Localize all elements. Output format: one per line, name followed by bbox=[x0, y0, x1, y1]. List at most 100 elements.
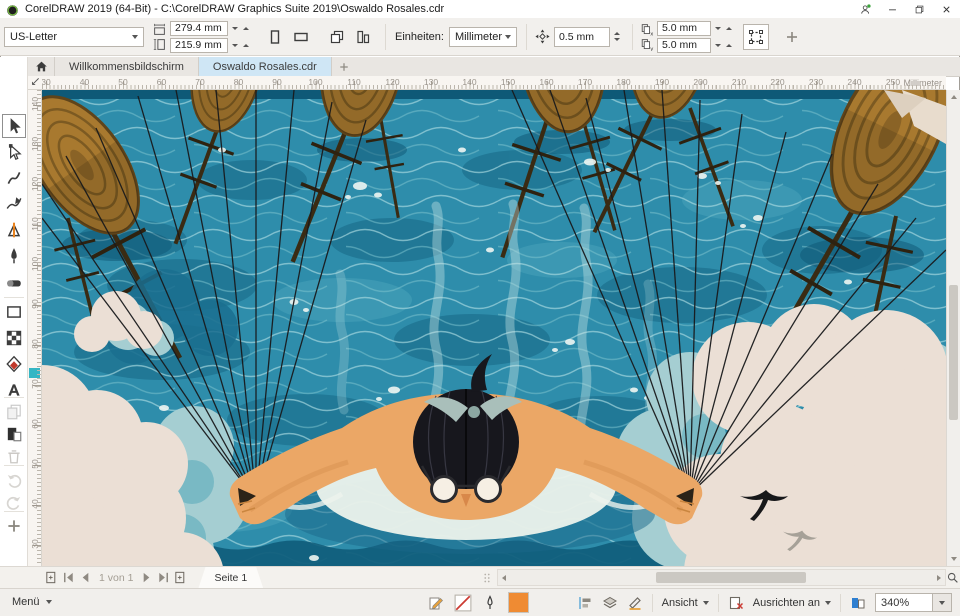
snap-to-dropdown[interactable]: Ausrichten an bbox=[753, 597, 831, 609]
fre3ehand-tool-placeholder[interactable] bbox=[5, 169, 23, 187]
artistic-media-tool[interactable] bbox=[5, 195, 23, 213]
nudge-field[interactable]: 0.5 mm bbox=[554, 27, 610, 47]
ruler-origin-button[interactable] bbox=[28, 76, 42, 90]
page-size-select[interactable]: US-Letter bbox=[4, 27, 144, 47]
vertical-scrollbar[interactable] bbox=[946, 90, 960, 566]
horizontal-scrollbar-thumb[interactable] bbox=[656, 572, 806, 583]
scroll-left-icon[interactable] bbox=[502, 575, 506, 581]
portrait-button[interactable] bbox=[263, 25, 287, 49]
scrollbar-splitter-grip[interactable] bbox=[480, 570, 494, 586]
zoom-level-field[interactable]: 340% bbox=[875, 593, 933, 612]
zoom-pages-icon[interactable] bbox=[850, 595, 866, 611]
toolbox-separator bbox=[4, 465, 24, 466]
ruler-label: 130 bbox=[30, 132, 40, 156]
all-pages-button[interactable] bbox=[325, 25, 349, 49]
ruler-label: 110 bbox=[30, 212, 40, 236]
window-title: CorelDRAW 2019 (64-Bit) - C:\CorelDRAW G… bbox=[25, 3, 852, 15]
page-count: 1 von 1 bbox=[95, 572, 137, 584]
copy-tool[interactable] bbox=[5, 403, 23, 421]
redo-tool[interactable] bbox=[5, 493, 23, 511]
page-height-icon bbox=[153, 38, 166, 51]
previous-page-button[interactable] bbox=[78, 570, 93, 585]
tab-welcome-screen[interactable]: Willkommensbildschirm bbox=[55, 57, 199, 76]
ruler-label: 40 bbox=[74, 77, 96, 87]
outline-pen-icon[interactable] bbox=[482, 595, 498, 611]
duplicate-x-spinner[interactable] bbox=[711, 27, 736, 30]
status-bar: Menü Ansicht Ausrichten an bbox=[0, 588, 960, 616]
page-height-field[interactable]: 215.9 mm bbox=[170, 38, 228, 53]
ruler-label: 80 bbox=[30, 332, 40, 356]
last-page-button[interactable] bbox=[156, 570, 171, 585]
delete-tool[interactable] bbox=[5, 447, 23, 465]
pattern-tool[interactable] bbox=[5, 329, 23, 347]
outline-color-swatch[interactable] bbox=[454, 594, 472, 612]
status-menu-button[interactable]: Menü bbox=[12, 596, 52, 608]
document-navigator-button[interactable] bbox=[946, 570, 959, 585]
add-page-before-button[interactable] bbox=[44, 570, 59, 585]
ruler-label: 70 bbox=[30, 372, 40, 396]
ruler-label: 210 bbox=[728, 77, 750, 87]
minimize-button[interactable] bbox=[879, 1, 906, 18]
guidelines-icon[interactable] bbox=[577, 595, 593, 611]
close-button[interactable] bbox=[933, 1, 960, 18]
scroll-right-icon[interactable] bbox=[937, 575, 941, 581]
page-tab[interactable]: Seite 1 bbox=[198, 567, 263, 588]
height-spinner[interactable] bbox=[228, 44, 253, 47]
document-artwork[interactable] bbox=[42, 90, 946, 566]
horizontal-ruler[interactable]: Millimeter 30405060708090100110120130140… bbox=[42, 76, 946, 90]
landscape-button[interactable] bbox=[289, 25, 313, 49]
toolbox-separator bbox=[4, 297, 24, 298]
paste-tool[interactable] bbox=[5, 425, 23, 443]
fill-color-swatch[interactable] bbox=[508, 592, 529, 613]
ruler-label: 120 bbox=[382, 77, 404, 87]
scroll-down-icon[interactable] bbox=[951, 557, 957, 561]
current-page-button[interactable] bbox=[351, 25, 375, 49]
eraser-tool[interactable] bbox=[5, 273, 23, 291]
vertical-scrollbar-thumb[interactable] bbox=[949, 285, 958, 420]
caret-down-icon bbox=[825, 601, 831, 605]
ruler-label: 100 bbox=[30, 252, 40, 276]
coreldraw-logo-icon bbox=[6, 4, 19, 17]
title-bar: CorelDRAW 2019 (64-Bit) - C:\CorelDRAW G… bbox=[0, 0, 960, 18]
caret-down-icon bbox=[703, 601, 709, 605]
units-select[interactable]: Millimeter bbox=[449, 27, 517, 47]
view-dropdown[interactable]: Ansicht bbox=[662, 597, 709, 609]
units-label: Einheiten: bbox=[395, 31, 444, 43]
horizontal-scrollbar[interactable] bbox=[497, 569, 946, 586]
new-tab-button[interactable] bbox=[332, 57, 356, 76]
add-control-button[interactable] bbox=[780, 25, 804, 49]
add-page-after-button[interactable] bbox=[173, 570, 188, 585]
duplicate-y-field[interactable]: 5.0 mm bbox=[657, 38, 711, 53]
rectangle-tool[interactable] bbox=[5, 303, 23, 321]
page-navigation-bar: 1 von 1 Seite 1 bbox=[0, 566, 960, 588]
tab-document[interactable]: Oswaldo Rosales.cdr bbox=[199, 57, 332, 76]
drawing-canvas[interactable] bbox=[42, 90, 946, 566]
undo-tool[interactable] bbox=[5, 471, 23, 489]
treat-as-filled-button[interactable] bbox=[744, 25, 768, 49]
duplicate-y-spinner[interactable] bbox=[711, 44, 736, 47]
impact-tool[interactable] bbox=[5, 221, 23, 239]
home-tab-button[interactable] bbox=[28, 57, 55, 76]
next-page-button[interactable] bbox=[139, 570, 154, 585]
add-tools-button[interactable] bbox=[5, 517, 23, 535]
first-page-button[interactable] bbox=[61, 570, 76, 585]
vertical-ruler[interactable]: 14013012011010090807060504030 bbox=[28, 90, 42, 566]
width-spinner[interactable] bbox=[228, 27, 253, 30]
ruler-label: 50 bbox=[112, 77, 134, 87]
ruler-label: 70 bbox=[189, 77, 211, 87]
pen-tool[interactable] bbox=[5, 247, 23, 265]
scroll-up-icon[interactable] bbox=[951, 95, 957, 99]
nudge-spinner[interactable] bbox=[610, 32, 624, 41]
duplicate-x-field[interactable]: 5.0 mm bbox=[657, 21, 711, 36]
zoom-dropdown-button[interactable] bbox=[933, 593, 952, 612]
layers-icon[interactable] bbox=[602, 595, 618, 611]
page-width-field[interactable]: 279.4 mm bbox=[170, 21, 228, 36]
proof-colors-icon[interactable] bbox=[728, 595, 744, 611]
shape-tool[interactable] bbox=[5, 143, 23, 161]
color-settings-icon[interactable] bbox=[428, 595, 444, 611]
restore-button[interactable] bbox=[906, 1, 933, 18]
fill-open-curves-icon[interactable] bbox=[627, 595, 643, 611]
smart-fill-tool[interactable] bbox=[5, 355, 23, 373]
account-icon[interactable] bbox=[852, 1, 879, 18]
pick-tool[interactable] bbox=[3, 115, 25, 137]
